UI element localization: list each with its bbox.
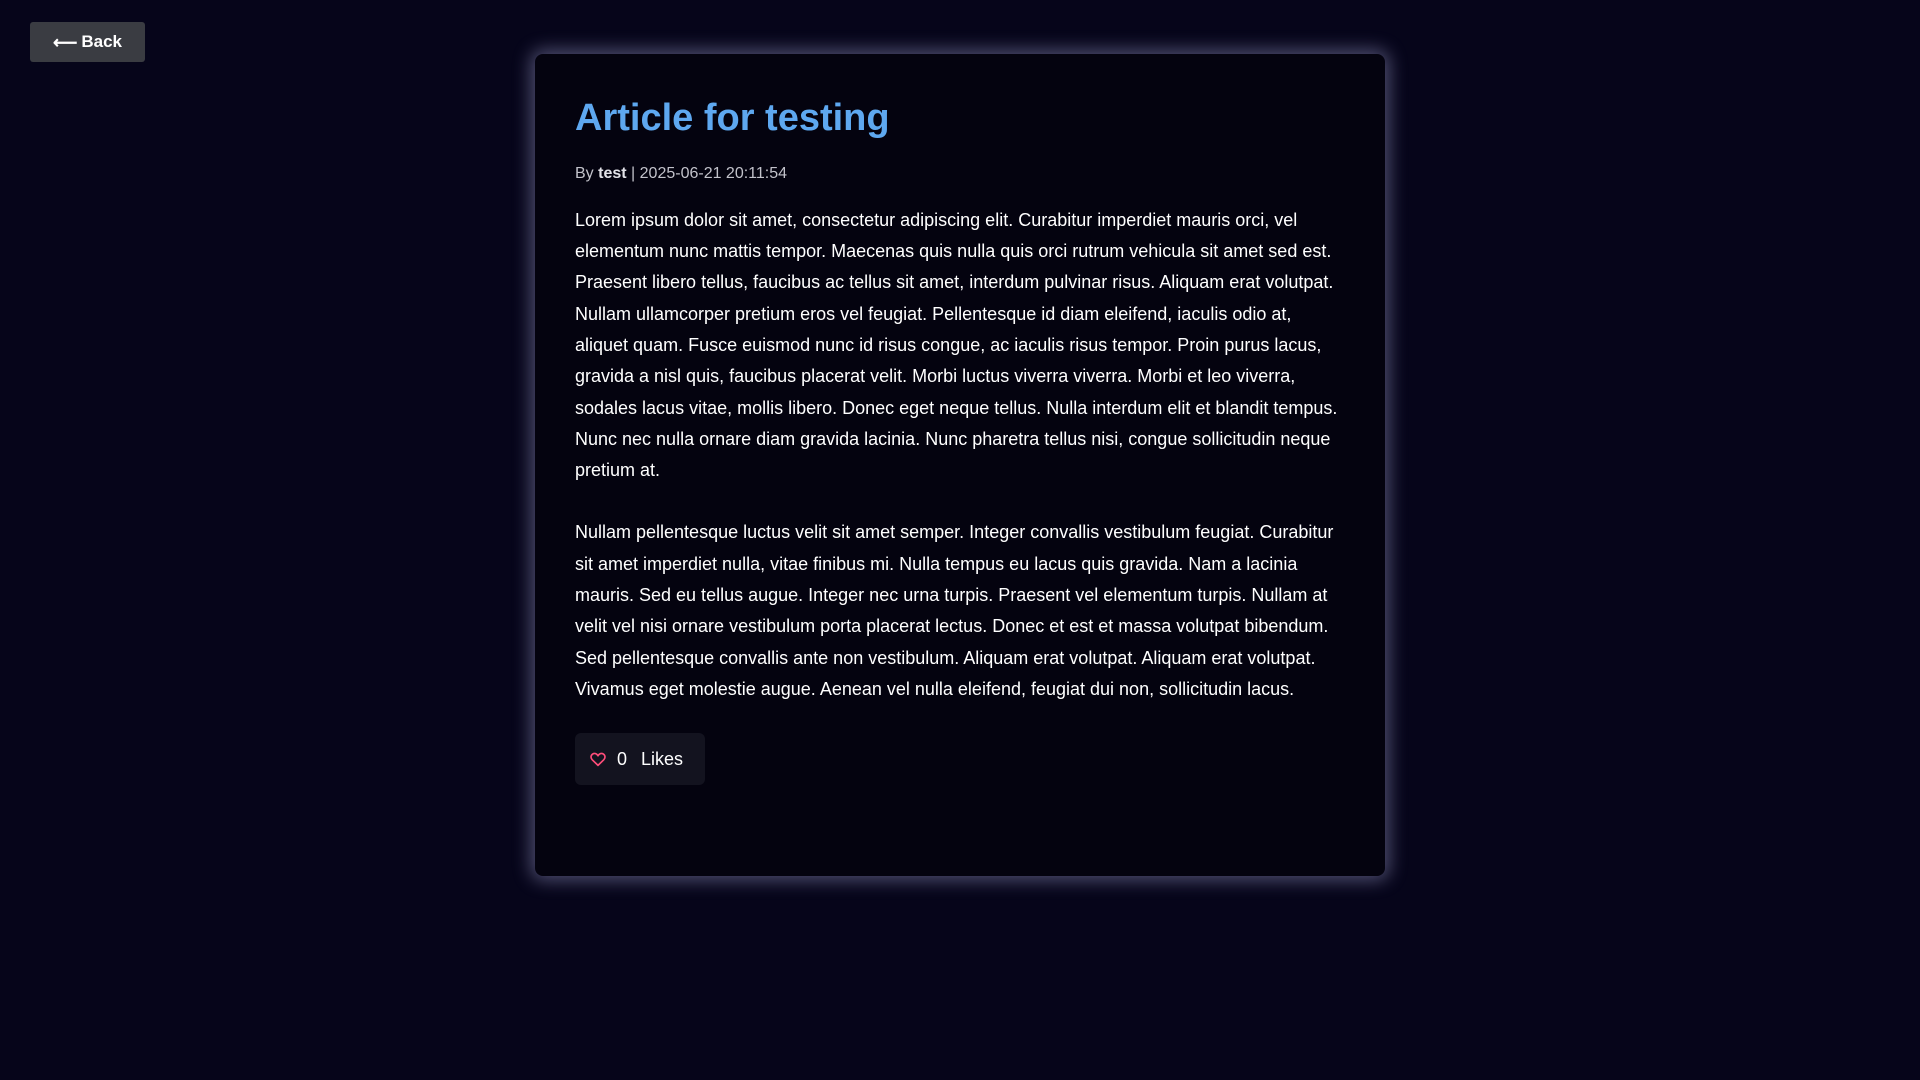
back-button[interactable]: ⟵ Back: [30, 22, 145, 62]
article-byline: By test | 2025-06-21 20:11:54: [575, 165, 1345, 183]
byline-prefix: By: [575, 164, 594, 182]
article-body: Lorem ipsum dolor sit amet, consectetur …: [575, 205, 1345, 705]
back-arrow-icon: ⟵: [52, 32, 78, 52]
like-button[interactable]: 0 Likes: [575, 733, 706, 786]
article-card: Article for testing By test | 2025-06-21…: [535, 54, 1385, 876]
article-timestamp: 2025-06-21 20:11:54: [639, 164, 788, 182]
article-title: Article for testing: [575, 97, 890, 139]
back-button-label: Back: [81, 32, 122, 51]
article-paragraph: Lorem ipsum dolor sit amet, consectetur …: [575, 209, 1338, 481]
heart-icon: [590, 752, 606, 767]
likes-count: 0: [617, 748, 628, 769]
likes-label: Likes: [641, 748, 684, 769]
byline-separator: |: [631, 164, 636, 182]
article-paragraph: Nullam pellentesque luctus velit sit ame…: [575, 522, 1334, 699]
article-author: test: [598, 164, 627, 182]
